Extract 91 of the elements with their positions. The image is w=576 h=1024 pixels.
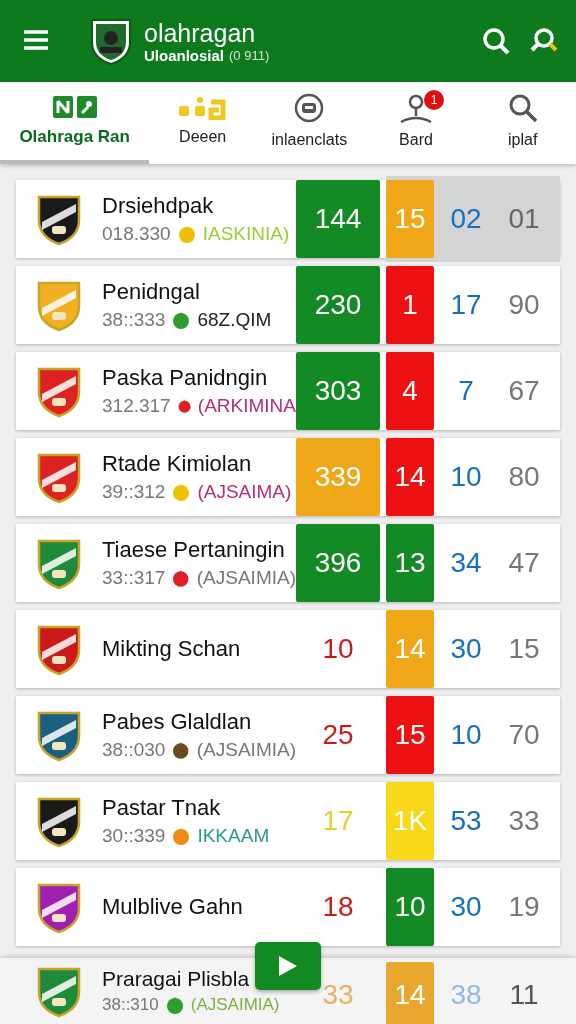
- score-value: 30: [449, 890, 483, 924]
- match-row[interactable]: Mulblive Gahn 18 10 30 19: [16, 868, 560, 946]
- team-name: Praragai Plisbla: [102, 967, 251, 991]
- app-subtitle: Uloanlosial: [144, 46, 225, 64]
- score-box: 303: [296, 352, 380, 430]
- score-box: 13: [386, 524, 434, 602]
- league-tag: IASKINIA): [202, 223, 290, 245]
- score-box: 230: [296, 266, 380, 344]
- league-tag: (ARKIMINA: [197, 395, 296, 417]
- team-name: Tiaese Pertaningin: [102, 537, 286, 563]
- team-name: Pabes Glaldlan: [102, 709, 253, 735]
- score-value: 33: [321, 978, 355, 1012]
- score-value: 19: [507, 890, 541, 924]
- notification-badge: 1: [424, 90, 444, 110]
- team-icons: [51, 95, 98, 119]
- match-time: 38::030: [102, 739, 166, 761]
- score-value: 10: [449, 718, 483, 752]
- score-value: 33: [507, 804, 541, 838]
- league-tag: (AJSAIMIA): [190, 995, 280, 1015]
- score-value: 18: [321, 890, 355, 924]
- league-tag: (AJSAIMIA): [196, 739, 296, 761]
- score-value: 11: [508, 978, 540, 1012]
- menu-icon[interactable]: [24, 29, 48, 53]
- score-box: 10: [386, 868, 434, 946]
- nav-tab[interactable]: Bard 1: [362, 82, 470, 164]
- score-value: 25: [321, 718, 355, 752]
- league-tag: (AJSAIMIA): [196, 567, 296, 589]
- score-value: 34: [449, 546, 483, 580]
- match-time: 018.330: [102, 223, 171, 245]
- dots-icon: [177, 96, 228, 120]
- score-value: 10: [321, 632, 355, 666]
- team-name: Paska Panidngin: [102, 365, 269, 391]
- match-row[interactable]: Rtade Kimiolan 39::312 (AJSAIMA) 339 14 10 80: [16, 438, 560, 516]
- team-name: Penidngal: [102, 279, 201, 305]
- score-box: 1K: [386, 782, 434, 860]
- search-icon[interactable]: [482, 27, 510, 55]
- score-value: 67: [507, 374, 541, 408]
- match-time: 312.317: [102, 395, 171, 417]
- app-title: olahragan: [144, 18, 257, 47]
- match-row[interactable]: Penidngal 38::333 68Z.QIM 230 1 17 90: [16, 266, 560, 344]
- score-value: 38: [449, 978, 483, 1012]
- match-row[interactable]: Pastar Tnak 30::339 IKKAAM 17 1K 53 33: [16, 782, 560, 860]
- score-box: 14: [386, 962, 434, 1024]
- team-name: Rtade Kimiolan: [102, 451, 253, 477]
- play-button[interactable]: [255, 942, 321, 990]
- score-value: 70: [507, 718, 541, 752]
- score-box: 15: [386, 696, 434, 774]
- match-row[interactable]: Mikting Schan 10 14 30 15: [16, 610, 560, 688]
- match-row[interactable]: Tiaese Pertaningin 33::317 (AJSAIMIA) 396 13 34 47: [16, 524, 560, 602]
- search-icon: [507, 93, 538, 123]
- nav-tab[interactable]: iplaf: [469, 82, 576, 164]
- match-time: 30::339: [102, 825, 166, 847]
- league-tag: 68Z.QIM: [197, 309, 272, 331]
- match-row[interactable]: Pabes Glaldlan 38::030 (AJSAIMIA) 25 15 10 70: [16, 696, 560, 774]
- score-value: 15: [507, 632, 541, 666]
- nav-tab[interactable]: inlaenclats: [256, 82, 363, 164]
- score-value: 17: [321, 804, 355, 838]
- score-value: 7: [457, 374, 475, 408]
- club-crest-icon: [90, 16, 132, 66]
- league-tag: (AJSAIMA): [197, 481, 292, 503]
- team-name: Mulblive Gahn: [102, 894, 244, 920]
- score-value: 02: [449, 202, 483, 236]
- score-value: 90: [507, 288, 541, 322]
- match-time: 38::333: [102, 309, 166, 331]
- score-box: 1: [386, 266, 434, 344]
- score-value: 01: [507, 202, 541, 236]
- score-box: 144: [296, 180, 380, 258]
- score-box: 15: [386, 180, 434, 258]
- score-box: 4: [386, 352, 434, 430]
- team-name: Pastar Tnak: [102, 795, 222, 821]
- score-value: 47: [507, 546, 541, 580]
- team-name: Drsiehdpak: [102, 193, 215, 219]
- score-value: 30: [449, 632, 483, 666]
- score-box: 14: [386, 438, 434, 516]
- score-box: 339: [296, 438, 380, 516]
- score-value: 80: [507, 460, 541, 494]
- score-box: 14: [386, 610, 434, 688]
- nav-tab[interactable]: Olahraga Ran: [0, 82, 150, 164]
- match-time: 33::317: [102, 567, 166, 589]
- subtitle-note: (0 911): [229, 47, 270, 63]
- match-time: 38::310: [102, 995, 159, 1015]
- score-box: 396: [296, 524, 380, 602]
- score-value: 10: [449, 460, 483, 494]
- team-name: Mikting Schan: [102, 636, 242, 662]
- play-icon: [277, 954, 299, 978]
- score-value: 17: [449, 288, 483, 322]
- league-tag: IKKAAM: [197, 825, 270, 847]
- nav-tab[interactable]: Deeen: [149, 82, 256, 164]
- score-value: 53: [449, 804, 483, 838]
- match-time: 39::312: [102, 481, 166, 503]
- match-row[interactable]: Paska Panidngin 312.317 (ARKIMINA 303 4 7 67: [16, 352, 560, 430]
